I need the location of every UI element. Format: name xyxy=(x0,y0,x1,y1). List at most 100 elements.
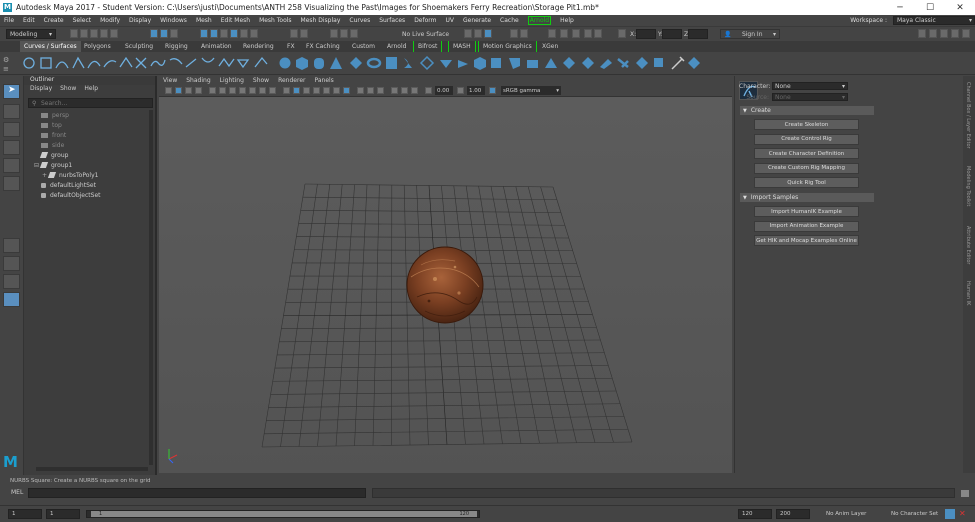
detach-surfaces-icon[interactable] xyxy=(636,57,648,69)
shelf-gear-icon[interactable]: ⚙ xyxy=(3,56,9,64)
intersect-icon[interactable] xyxy=(563,57,575,69)
boundary-icon[interactable] xyxy=(474,57,486,70)
shadows-icon[interactable] xyxy=(333,87,340,94)
arc-icon[interactable] xyxy=(55,61,69,69)
cv-curve-icon[interactable] xyxy=(72,56,85,69)
menu-modify[interactable]: Modify xyxy=(100,17,120,24)
viewport-menu-show[interactable]: Show xyxy=(253,77,269,84)
menu-surfaces[interactable]: Surfaces xyxy=(379,17,405,24)
menu-windows[interactable]: Windows xyxy=(160,17,187,24)
playback-end-field[interactable]: 120 xyxy=(738,509,772,519)
rebuild-curve-icon[interactable] xyxy=(218,57,235,68)
nurbs-square-icon[interactable] xyxy=(40,57,52,69)
nurbs-sphere-icon[interactable] xyxy=(279,57,291,69)
camera-select-icon[interactable] xyxy=(165,87,172,94)
create-character-definition-button[interactable]: Create Character Definition xyxy=(754,148,859,160)
xray-joints-icon[interactable] xyxy=(401,87,408,94)
close-button[interactable]: ✕ xyxy=(945,0,975,15)
exposure-icon[interactable] xyxy=(425,87,432,94)
offset-curve-icon[interactable] xyxy=(201,57,215,63)
xray-components-icon[interactable] xyxy=(411,87,418,94)
undo-icon[interactable] xyxy=(100,29,108,38)
menu-uv[interactable]: UV xyxy=(446,17,455,24)
nurbs-torus-icon[interactable] xyxy=(366,57,382,69)
side-by-side-layout[interactable] xyxy=(3,274,20,289)
snap-curve-icon[interactable] xyxy=(210,29,218,38)
shelf-tab-mash[interactable]: MASH xyxy=(448,41,476,52)
nurbs-circle-icon[interactable] xyxy=(23,57,35,69)
menu-file[interactable]: File xyxy=(4,17,14,24)
render-view-icon[interactable] xyxy=(464,29,472,38)
outliner-item[interactable]: group xyxy=(28,150,149,160)
y-field[interactable] xyxy=(662,29,682,39)
menu-mesh-display[interactable]: Mesh Display xyxy=(301,17,341,24)
ipr-render-icon[interactable] xyxy=(484,29,492,38)
character-dropdown[interactable]: None ▾ xyxy=(772,82,848,90)
add-points-icon[interactable] xyxy=(236,59,250,69)
birail-icon[interactable] xyxy=(458,60,468,68)
snap-view-icon[interactable] xyxy=(230,29,238,38)
shelf-tab-arnold[interactable]: Arnold xyxy=(383,41,410,52)
menu-display[interactable]: Display xyxy=(129,17,151,24)
open-close-icon[interactable] xyxy=(654,58,663,67)
pencil-curve-icon[interactable] xyxy=(103,60,117,68)
right-tab-modeling-toolkit[interactable]: Modeling Toolkit xyxy=(965,166,971,206)
shelf-tab-fx[interactable]: FX xyxy=(283,41,299,52)
viewport-menu-panels[interactable]: Panels xyxy=(314,77,333,84)
viewport-scene[interactable]: persp xyxy=(159,97,732,490)
color-management-icon[interactable] xyxy=(489,87,496,94)
gamma-icon[interactable] xyxy=(457,87,464,94)
outliner-item[interactable]: + nurbsToPoly1 xyxy=(28,170,149,180)
outliner-menu-show[interactable]: Show xyxy=(60,85,76,95)
grid-icon[interactable] xyxy=(209,87,216,94)
gate-mask-icon[interactable] xyxy=(239,87,246,94)
image-plane-icon[interactable] xyxy=(195,87,202,94)
bevel-icon[interactable] xyxy=(509,58,520,69)
bevel-plus-icon[interactable] xyxy=(527,60,538,68)
shelf-tab-motion-graphics[interactable]: Motion Graphics xyxy=(478,41,537,52)
field-chart-icon[interactable] xyxy=(249,87,256,94)
menu-edit[interactable]: Edit xyxy=(23,17,35,24)
shelf-tab-animation[interactable]: Animation xyxy=(197,41,236,52)
outliner-vscrollbar[interactable] xyxy=(149,110,153,465)
anti-aliasing-icon[interactable] xyxy=(377,87,384,94)
color-space-dropdown[interactable]: sRGB gamma ▾ xyxy=(501,86,561,95)
outliner-item[interactable]: top xyxy=(28,120,149,130)
redo-icon[interactable] xyxy=(110,29,118,38)
open-scene-icon[interactable] xyxy=(80,29,88,38)
right-tab-human-ik[interactable]: Human IK xyxy=(965,281,971,305)
scale-tool[interactable] xyxy=(3,176,20,191)
nurbs-cylinder-icon[interactable] xyxy=(314,58,324,69)
transform-mode-icon[interactable] xyxy=(618,29,626,38)
new-scene-icon[interactable] xyxy=(70,29,78,38)
scene-canvas[interactable] xyxy=(159,97,732,473)
viewport-menu-view[interactable]: View xyxy=(163,77,177,84)
textured-icon[interactable] xyxy=(343,87,350,94)
toggle-tool-icon[interactable] xyxy=(594,29,602,38)
workspace-dropdown[interactable]: Maya Classic ▾ xyxy=(893,16,975,25)
lasso-tool[interactable] xyxy=(3,104,20,119)
project-curve-icon[interactable] xyxy=(545,58,557,68)
menu-mesh-tools[interactable]: Mesh Tools xyxy=(259,17,291,24)
right-tab-attribute-editor[interactable]: Attribute Editor xyxy=(965,226,971,264)
range-slider[interactable]: 1 120 xyxy=(86,510,480,518)
curve-editing-icon[interactable] xyxy=(254,56,268,68)
move-tool[interactable] xyxy=(3,140,20,155)
anim-layer-label[interactable]: No Anim Layer xyxy=(826,511,866,517)
single-view-layout[interactable] xyxy=(3,238,20,253)
nurbs-plane-icon[interactable] xyxy=(350,57,362,69)
revolve-icon[interactable] xyxy=(404,58,412,68)
make-live-icon[interactable] xyxy=(250,29,258,38)
outliner-menu-help[interactable]: Help xyxy=(84,85,98,95)
shelf-tab-sculpting[interactable]: Sculpting xyxy=(121,41,157,52)
outliner-item[interactable]: defaultObjectSet xyxy=(28,190,149,200)
magnet-icon[interactable] xyxy=(340,29,348,38)
create-skeleton-button[interactable]: Create Skeleton xyxy=(754,119,859,130)
sign-in-dropdown[interactable]: 👤 Sign In ▾ xyxy=(720,29,780,39)
attach-curves-icon[interactable] xyxy=(135,57,147,69)
resolution-gate-icon[interactable] xyxy=(229,87,236,94)
menu-select[interactable]: Select xyxy=(73,17,92,24)
end-time-field[interactable]: 200 xyxy=(776,509,810,519)
four-view-layout[interactable] xyxy=(3,256,20,271)
ep-curve-icon[interactable] xyxy=(87,60,101,69)
